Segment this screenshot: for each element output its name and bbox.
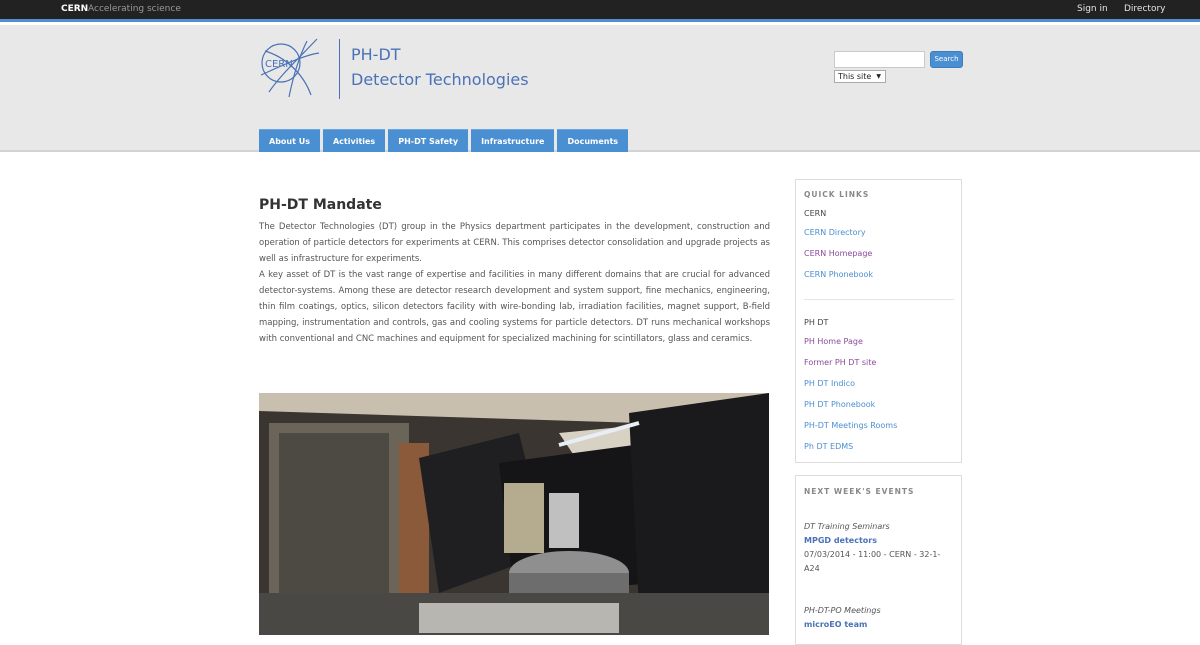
- logo-divider: [339, 39, 340, 99]
- logo-text: CERN: [265, 59, 293, 70]
- site-header: CERN PH-DT Detector Technologies Search …: [0, 25, 1200, 152]
- nav-documents[interactable]: Documents: [557, 129, 629, 152]
- link-ph-dt-meetings-rooms[interactable]: PH-DT Meetings Rooms: [804, 421, 897, 430]
- site-name[interactable]: Detector Technologies: [351, 70, 529, 89]
- event-title[interactable]: microEO team: [804, 620, 867, 629]
- directory-link[interactable]: Directory: [1124, 4, 1165, 14]
- cern-tagline: Accelerating science: [88, 4, 181, 14]
- photo-illustration: [259, 393, 769, 635]
- link-ph-dt-phonebook[interactable]: PH DT Phonebook: [804, 400, 875, 409]
- event-meta: 07/03/2014 - 11:00 - CERN - 32-1-A24: [804, 550, 941, 573]
- search-scope-value: This site: [838, 72, 872, 81]
- events-panel: NEXT WEEK'S EVENTS DT Training Seminars …: [795, 475, 962, 645]
- mandate-paragraph-1: The Detector Technologies (DT) group in …: [259, 222, 770, 264]
- top-toolbar: CERN Accelerating science Sign in Direct…: [0, 0, 1200, 22]
- mandate-paragraph-2: A key asset of DT is the vast range of e…: [259, 270, 770, 344]
- nav-infrastructure[interactable]: Infrastructure: [471, 129, 555, 152]
- site-code[interactable]: PH-DT: [351, 45, 401, 64]
- link-cern-homepage[interactable]: CERN Homepage: [804, 249, 872, 258]
- cern-brand[interactable]: CERN: [61, 4, 88, 14]
- detector-lab-photo: [259, 393, 769, 635]
- link-ph-dt-edms[interactable]: Ph DT EDMS: [804, 442, 853, 451]
- nav-ph-dt-safety[interactable]: PH-DT Safety: [388, 129, 469, 152]
- link-ph-dt-indico[interactable]: PH DT Indico: [804, 379, 855, 388]
- link-cern-directory[interactable]: CERN Directory: [804, 228, 866, 237]
- page-title: PH-DT Mandate: [259, 197, 382, 213]
- events-heading: NEXT WEEK'S EVENTS: [804, 487, 915, 496]
- search-button[interactable]: Search: [930, 51, 963, 68]
- main-nav: About Us Activities PH-DT Safety Infrast…: [259, 129, 631, 152]
- cern-logo[interactable]: CERN: [259, 37, 321, 99]
- event-series: PH-DT-PO Meetings: [804, 606, 881, 615]
- quick-links-panel: QUICK LINKS CERN CERN Directory CERN Hom…: [795, 179, 962, 463]
- link-former-ph-dt-site[interactable]: Former PH DT site: [804, 358, 876, 367]
- quick-links-heading: QUICK LINKS: [804, 190, 870, 199]
- mandate-text: The Detector Technologies (DT) group in …: [259, 219, 770, 347]
- event-series: DT Training Seminars: [804, 522, 890, 531]
- search-input[interactable]: [834, 51, 925, 68]
- cern-group-label: CERN: [804, 209, 827, 218]
- sign-in-link[interactable]: Sign in: [1077, 4, 1108, 14]
- event-title[interactable]: MPGD detectors: [804, 536, 877, 545]
- link-cern-phonebook[interactable]: CERN Phonebook: [804, 270, 873, 279]
- chevron-down-icon: ▼: [876, 73, 881, 80]
- nav-activities[interactable]: Activities: [322, 129, 386, 152]
- ph-dt-group-label: PH DT: [804, 318, 829, 327]
- nav-about-us[interactable]: About Us: [259, 129, 320, 152]
- link-ph-home-page[interactable]: PH Home Page: [804, 337, 863, 346]
- divider: [804, 299, 954, 300]
- search-scope-select[interactable]: This site ▼: [834, 70, 886, 83]
